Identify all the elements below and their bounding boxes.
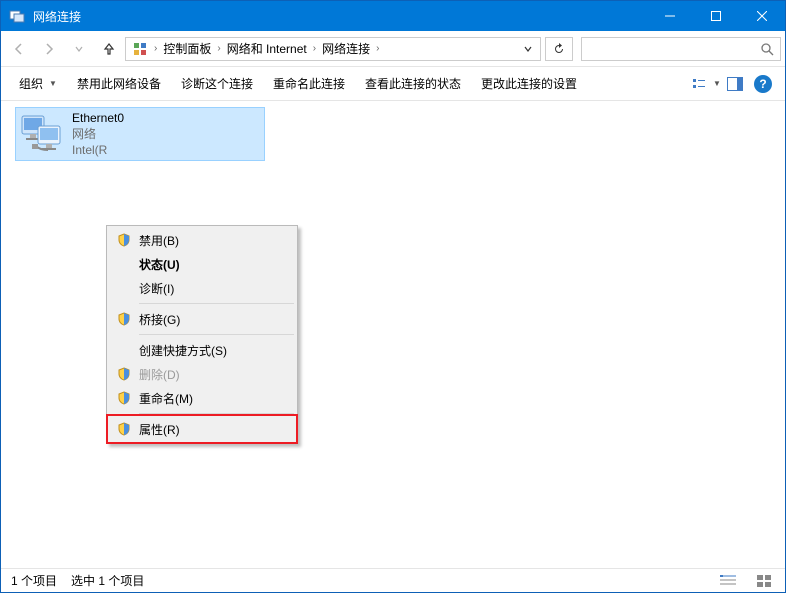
chevron-down-icon: ▼ (713, 79, 721, 88)
refresh-button[interactable] (545, 37, 573, 61)
organize-label: 组织 (19, 75, 43, 92)
chevron-right-icon[interactable]: › (374, 43, 381, 54)
menu-delete[interactable]: 删除(D) (109, 362, 295, 386)
view-status-button[interactable]: 查看此连接的状态 (355, 67, 471, 100)
menu-separator (139, 334, 294, 335)
menu-disable[interactable]: 禁用(B) (109, 228, 295, 252)
change-settings-button[interactable]: 更改此连接的设置 (471, 67, 587, 100)
shield-icon (113, 312, 135, 326)
chevron-right-icon[interactable]: › (311, 43, 318, 54)
adapter-device: Intel(R (72, 142, 124, 158)
menu-properties[interactable]: 属性(R) (109, 417, 295, 441)
chevron-right-icon[interactable]: › (152, 43, 159, 54)
forward-button[interactable] (35, 35, 63, 63)
address-dropdown[interactable] (518, 45, 538, 53)
adapter-text: Ethernet0 网络 Intel(R (72, 110, 124, 158)
menu-bridge[interactable]: 桥接(G) (109, 307, 295, 331)
shield-icon (113, 367, 135, 381)
details-view-button[interactable] (717, 571, 739, 591)
window-buttons (647, 1, 785, 31)
shield-icon (113, 233, 135, 247)
close-button[interactable] (739, 1, 785, 31)
help-icon: ? (754, 75, 772, 93)
search-input[interactable] (581, 37, 781, 61)
up-button[interactable] (95, 35, 123, 63)
statusbar: 1 个项目 选中 1 个项目 (1, 568, 785, 592)
adapter-item[interactable]: Ethernet0 网络 Intel(R (15, 107, 265, 161)
adapter-status: 网络 (72, 126, 124, 142)
menu-separator (139, 303, 294, 304)
breadcrumb-item-1[interactable]: 网络和 Internet (223, 38, 311, 60)
navbar: › 控制面板 › 网络和 Internet › 网络连接 › (1, 31, 785, 67)
recent-dropdown[interactable] (65, 35, 93, 63)
status-selected: 选中 1 个项目 (71, 572, 144, 589)
rename-button[interactable]: 重命名此连接 (263, 67, 355, 100)
network-adapter-icon (18, 114, 66, 154)
titlebar: 网络连接 (1, 1, 785, 31)
shield-icon (113, 422, 135, 436)
disable-device-button[interactable]: 禁用此网络设备 (67, 67, 171, 100)
menu-rename[interactable]: 重命名(M) (109, 386, 295, 410)
context-menu: 禁用(B) 状态(U) 诊断(I) 桥接(G) 创建快捷方式(S) (106, 225, 298, 444)
search-icon (760, 42, 774, 56)
menu-separator (139, 413, 294, 414)
organize-button[interactable]: 组织 ▼ (9, 67, 67, 100)
shield-icon (113, 391, 135, 405)
window: 网络连接 › (0, 0, 786, 593)
breadcrumb-item-2[interactable]: 网络连接 (318, 38, 374, 60)
help-button[interactable]: ? (749, 67, 777, 100)
large-icons-view-button[interactable] (753, 571, 775, 591)
view-options-button[interactable]: ▼ (693, 67, 721, 100)
back-button[interactable] (5, 35, 33, 63)
window-title: 网络连接 (33, 8, 647, 25)
diagnose-button[interactable]: 诊断这个连接 (171, 67, 263, 100)
breadcrumb-item-0[interactable]: 控制面板 (159, 38, 215, 60)
toolbar: 组织 ▼ 禁用此网络设备 诊断这个连接 重命名此连接 查看此连接的状态 更改此连… (1, 67, 785, 101)
app-icon (9, 8, 25, 24)
chevron-down-icon: ▼ (49, 79, 57, 88)
chevron-right-icon[interactable]: › (215, 43, 222, 54)
status-count: 1 个项目 (11, 572, 57, 589)
menu-diagnose[interactable]: 诊断(I) (109, 276, 295, 300)
menu-shortcut[interactable]: 创建快捷方式(S) (109, 338, 295, 362)
minimize-button[interactable] (647, 1, 693, 31)
menu-status[interactable]: 状态(U) (109, 252, 295, 276)
maximize-button[interactable] (693, 1, 739, 31)
content-area[interactable]: Ethernet0 网络 Intel(R 禁用(B) 状态(U) 诊断(I) (1, 101, 785, 568)
adapter-name: Ethernet0 (72, 110, 124, 126)
preview-pane-button[interactable] (721, 67, 749, 100)
address-bar[interactable]: › 控制面板 › 网络和 Internet › 网络连接 › (125, 37, 541, 61)
breadcrumb-root-icon[interactable] (128, 38, 152, 60)
